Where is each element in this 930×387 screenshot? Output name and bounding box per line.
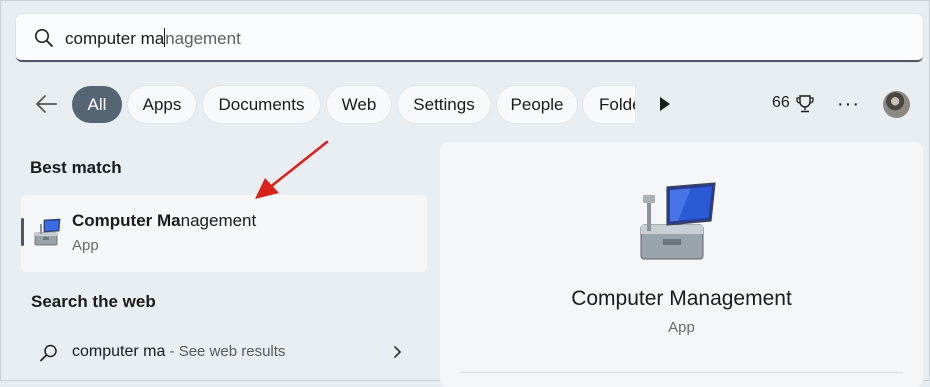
filter-label: Documents — [218, 94, 305, 114]
filter-apps[interactable]: Apps — [128, 86, 196, 123]
filter-folders[interactable]: Folde — [583, 86, 635, 123]
web-see-results: - See web results — [165, 343, 286, 360]
best-match-name: Computer Management — [72, 211, 256, 231]
scroll-filters-right-icon[interactable] — [658, 96, 672, 112]
trophy-icon[interactable] — [795, 94, 815, 114]
details-title: Computer Management — [571, 287, 792, 310]
filter-documents[interactable]: Documents — [203, 86, 320, 123]
search-input[interactable]: computer management — [65, 28, 241, 49]
details-divider — [460, 372, 903, 373]
best-match-heading: Best match — [30, 158, 122, 177]
filter-people[interactable]: People — [497, 86, 577, 123]
computer-management-icon — [34, 218, 61, 246]
filter-web[interactable]: Web — [327, 86, 391, 123]
computer-management-large-icon — [640, 182, 716, 260]
search-typed-text: computer ma — [65, 29, 165, 48]
filter-settings[interactable]: Settings — [398, 86, 490, 123]
user-avatar[interactable] — [883, 91, 910, 118]
back-arrow-icon[interactable] — [34, 93, 58, 115]
filter-label: Settings — [413, 94, 475, 114]
filter-label: Apps — [142, 94, 182, 114]
best-match-name-bold: Computer Ma — [72, 211, 181, 230]
selection-indicator — [21, 218, 24, 246]
rewards-points[interactable]: 66 — [772, 94, 790, 112]
filter-label: All — [87, 94, 107, 114]
chevron-right-icon[interactable] — [391, 344, 403, 360]
search-web-heading: Search the web — [31, 292, 156, 311]
filter-all[interactable]: All — [72, 86, 122, 123]
best-match-result[interactable] — [21, 195, 427, 272]
web-result-text: computer ma - See web results — [72, 343, 285, 361]
filter-label: Folde — [599, 94, 635, 114]
filter-label: People — [510, 94, 564, 114]
best-match-type: App — [72, 237, 99, 254]
search-icon — [40, 344, 57, 362]
search-icon — [35, 29, 53, 47]
search-suggestion-text: nagement — [165, 29, 241, 48]
search-box[interactable]: computer management — [16, 14, 923, 62]
details-panel — [440, 142, 923, 387]
filter-label: Web — [341, 94, 377, 114]
best-match-name-rest: nagement — [180, 211, 257, 230]
annotation-arrow-icon — [255, 140, 329, 199]
details-type: App — [668, 319, 695, 336]
web-query: computer ma — [72, 343, 166, 360]
search-window: computer management All Apps Documents W… — [0, 0, 930, 387]
more-options-button[interactable]: ··· — [837, 93, 860, 116]
